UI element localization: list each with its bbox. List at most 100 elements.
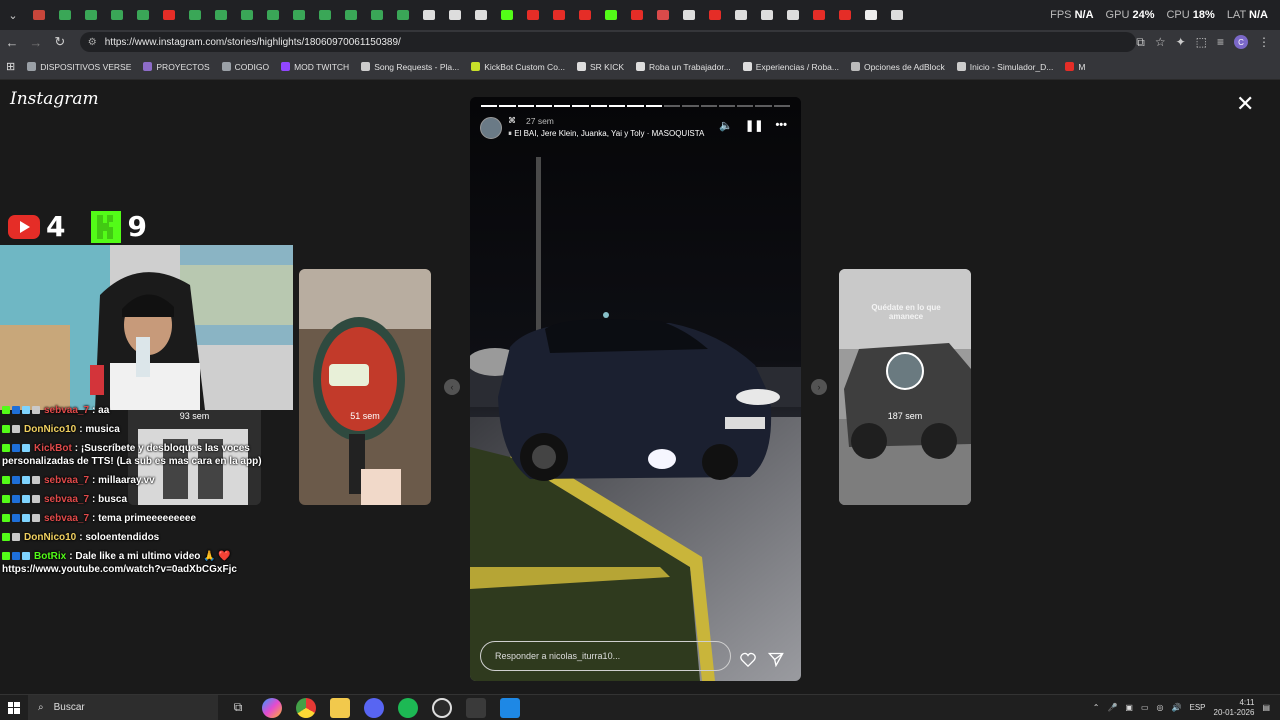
file-explorer-icon[interactable]: [330, 697, 350, 718]
browser-tab-drive[interactable]: [208, 4, 234, 26]
taskbar-clock[interactable]: 4:11 20-01-2026: [1214, 698, 1255, 718]
browser-tab-kick[interactable]: [598, 4, 624, 26]
browser-tab-drive[interactable]: [78, 4, 104, 26]
extensions-puzzle-icon[interactable]: ⬚: [1196, 35, 1207, 49]
speaker-icon[interactable]: 🔊: [1172, 703, 1182, 712]
browser-tab-tiktok[interactable]: [728, 4, 754, 26]
reload-button[interactable]: ↻: [48, 30, 72, 54]
microphone-icon[interactable]: 🎤: [1107, 703, 1117, 712]
active-story[interactable]: ⌘ 27 sem ⏸ El BAI, Jere Klein, Juanka, Y…: [470, 97, 801, 681]
browser-tab-drive[interactable]: [364, 4, 390, 26]
bookmark-item[interactable]: Experiencias / Roba...: [742, 61, 839, 72]
notifications-icon[interactable]: ▤: [1262, 703, 1270, 712]
bookmark-item[interactable]: SR KICK: [577, 62, 624, 72]
copilot-icon[interactable]: [262, 697, 282, 718]
more-options-icon[interactable]: •••: [775, 119, 787, 132]
prev-story-arrow[interactable]: ‹: [444, 379, 460, 395]
tray-chevron-icon[interactable]: ⌃: [1093, 703, 1100, 712]
story-card-next[interactable]: Quédate en lo que amanece 187 sem: [839, 269, 971, 505]
volume-icon[interactable]: 🔈: [719, 119, 733, 132]
site-info-icon[interactable]: ⚙: [88, 37, 97, 48]
story-music-label[interactable]: ⏸ El BAI, Jere Klein, Juanka, Yai y Toly…: [508, 129, 704, 139]
bookmark-star-icon[interactable]: ☆: [1155, 35, 1166, 49]
browser-tab-tiktok[interactable]: [754, 4, 780, 26]
tray-app-icon[interactable]: ▣: [1125, 703, 1133, 712]
spotify-icon[interactable]: [398, 697, 418, 718]
browser-tab-drive[interactable]: [260, 4, 286, 26]
windows-start-icon[interactable]: [0, 695, 28, 720]
extension-icon[interactable]: ✦: [1176, 35, 1186, 49]
story-progress-segment: [663, 105, 681, 107]
browser-tab-special[interactable]: [650, 4, 676, 26]
browser-tab-drive[interactable]: [104, 4, 130, 26]
browser-tab-youtube[interactable]: [546, 4, 572, 26]
browser-tab-tiktok[interactable]: [468, 4, 494, 26]
obs-icon[interactable]: [432, 697, 452, 718]
browser-tab-drive[interactable]: [52, 4, 78, 26]
browser-tab-tiktok[interactable]: [780, 4, 806, 26]
browser-tab-drive[interactable]: [234, 4, 260, 26]
story-author-avatar[interactable]: [480, 117, 502, 139]
browser-tab-youtube[interactable]: [702, 4, 728, 26]
browser-tab-tiktok[interactable]: [884, 4, 910, 26]
profile-avatar[interactable]: C: [1234, 35, 1248, 49]
bookmark-item[interactable]: Opciones de AdBlock: [850, 62, 945, 72]
browser-tab-tiktok[interactable]: [416, 4, 442, 26]
media-control-icon[interactable]: ≡: [1217, 35, 1224, 49]
bookmark-item[interactable]: M: [1065, 62, 1085, 72]
browser-tab-tiktok[interactable]: [442, 4, 468, 26]
bookmark-item[interactable]: DISPOSITIVOS VERSE: [27, 62, 131, 72]
bookmark-item[interactable]: Roba un Trabajador...: [636, 62, 731, 72]
bookmark-item[interactable]: MOD TWITCH: [281, 62, 349, 72]
bookmark-item[interactable]: Inicio - Simulador_D...: [956, 62, 1053, 72]
browser-tab-gmail[interactable]: [26, 4, 52, 26]
tab-search-dropdown[interactable]: ⌄: [0, 4, 26, 26]
browser-tab-drive[interactable]: [130, 4, 156, 26]
share-send-icon[interactable]: [768, 652, 784, 667]
install-app-icon[interactable]: ⧉: [1136, 35, 1145, 50]
chat-badge-icon: [2, 444, 10, 453]
tray-display-icon[interactable]: ▭: [1141, 703, 1149, 712]
capcut-icon[interactable]: [466, 697, 486, 718]
stream-app-icon[interactable]: [500, 697, 520, 718]
menu-kebab-icon[interactable]: ⋮: [1258, 35, 1270, 49]
bookmark-label: Experiencias / Roba...: [755, 61, 839, 72]
address-bar[interactable]: ⚙ https://www.instagram.com/stories/high…: [79, 32, 1137, 52]
reply-input[interactable]: Responder a nicolas_iturra10...: [480, 641, 731, 671]
next-story-arrow[interactable]: ›: [811, 379, 827, 395]
close-icon[interactable]: ✕: [1236, 93, 1254, 115]
bookmark-item[interactable]: CODIGO: [221, 62, 269, 72]
forward-button[interactable]: →: [24, 30, 48, 54]
browser-tab-drive[interactable]: [338, 4, 364, 26]
bookmark-item[interactable]: PROYECTOS: [143, 62, 210, 72]
discord-icon[interactable]: [364, 697, 384, 718]
bookmark-item[interactable]: Song Requests - Pla...: [361, 62, 459, 72]
bookmark-item[interactable]: KickBot Custom Co...: [471, 62, 565, 72]
browser-tab-drive[interactable]: [286, 4, 312, 26]
story-card-prev[interactable]: 51 sem: [299, 269, 431, 505]
language-indicator[interactable]: ESP: [1190, 703, 1206, 712]
task-view-icon[interactable]: ⧉: [228, 698, 248, 718]
chrome-icon[interactable]: [296, 697, 316, 718]
browser-tab-kick[interactable]: [494, 4, 520, 26]
browser-tab-youtube[interactable]: [806, 4, 832, 26]
back-button[interactable]: ←: [0, 30, 24, 54]
browser-tab-youtube[interactable]: [832, 4, 858, 26]
browser-tab-youtube[interactable]: [520, 4, 546, 26]
browser-tab-doc[interactable]: [858, 4, 884, 26]
instagram-logo[interactable]: Instagram: [10, 89, 99, 109]
tray-app2-icon[interactable]: ◎: [1157, 703, 1164, 712]
taskbar-search[interactable]: ⌕ Buscar: [28, 694, 218, 720]
browser-tab-youtube[interactable]: [572, 4, 598, 26]
browser-tab-tiktok[interactable]: [676, 4, 702, 26]
chat-message: KickBot: ¡Suscríbete y desbloques las vo…: [2, 442, 264, 468]
apps-grid-icon[interactable]: ⊞: [6, 60, 15, 73]
bookmark-favicon-icon: [577, 62, 587, 71]
browser-tab-drive[interactable]: [312, 4, 338, 26]
pause-icon[interactable]: ❚❚: [745, 119, 763, 132]
browser-tab-drive[interactable]: [390, 4, 416, 26]
browser-tab-youtube[interactable]: [624, 4, 650, 26]
browser-tab-youtube[interactable]: [156, 4, 182, 26]
browser-tab-drive[interactable]: [182, 4, 208, 26]
like-heart-icon[interactable]: [740, 652, 756, 667]
